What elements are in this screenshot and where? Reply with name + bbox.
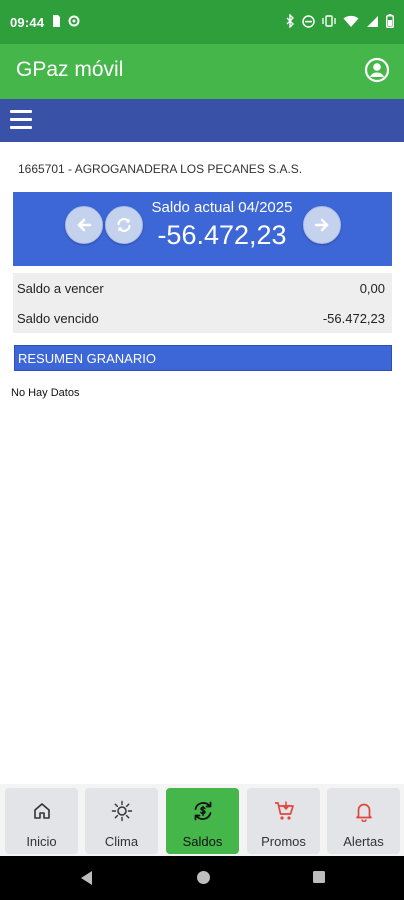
balance-label: Saldo actual 04/2025 [151,199,293,216]
company-name: 1665701 - AGROGANADERA LOS PECANES S.A.S… [18,162,303,176]
empty-state-text: No Hay Datos [11,387,80,399]
home-circle-icon[interactable] [196,870,211,885]
bell-icon [356,803,372,822]
tab-promos[interactable]: Promos [247,788,320,854]
wifi-icon [343,15,359,27]
recent-apps-icon[interactable] [312,870,326,884]
do-not-disturb-icon [302,14,315,28]
tab-inicio[interactable]: Inicio [5,788,78,854]
sim-card-icon [53,15,60,27]
account-circle-icon[interactable] [364,57,390,83]
balance-card: Saldo actual 04/2025 -56.472,23 [13,192,392,266]
summary-value: -56.472,23 [322,311,385,326]
summary-row: Saldo vencido -56.472,23 [13,303,392,333]
vibrate-icon [322,15,336,27]
status-right-icons [286,14,394,28]
section-header: RESUMEN GRANARIO [14,345,392,371]
nav-bar [0,99,404,142]
status-bar: 09:44 [0,0,404,44]
refresh-icon [117,218,131,232]
home-icon [34,803,50,819]
hamburger-menu-icon[interactable] [10,110,32,132]
tab-alertas[interactable]: Alertas [327,788,400,854]
tab-label: Inicio [26,834,57,849]
arrow-right-icon [314,218,329,232]
bluetooth-icon [286,14,294,28]
summary-label: Saldo vencido [17,311,99,326]
cart-icon [275,801,294,820]
summary-label: Saldo a vencer [17,281,104,296]
sync-dollar-icon [194,801,212,821]
app-title: GPaz móvil [16,58,124,81]
arrow-left-icon [77,218,92,232]
tab-label: Saldos [182,834,223,849]
next-period-button[interactable] [303,206,341,244]
tab-label: Promos [261,834,306,849]
previous-period-button[interactable] [65,206,103,244]
settings-icon [68,15,80,27]
status-left-icons [52,14,81,28]
battery-icon [386,14,394,28]
tab-label: Clima [104,834,139,849]
bottom-tab-bar: Inicio Clima Saldos Promos Alertas [0,784,404,856]
summary-row: Saldo a vencer 0,00 [13,273,392,303]
system-navigation-bar [0,856,404,900]
signal-icon [367,15,378,27]
status-time: 09:44 [10,15,45,30]
sun-icon [111,800,133,822]
tab-clima[interactable]: Clima [85,788,158,854]
tab-label: Alertas [343,834,384,849]
tab-saldos[interactable]: Saldos [166,788,239,854]
summary-value: 0,00 [359,281,385,296]
back-icon[interactable] [79,870,94,886]
balance-amount: -56.472,23 [157,220,287,250]
app-bar: GPaz móvil [0,44,404,99]
refresh-button[interactable] [105,206,143,244]
balance-summary: Saldo a vencer 0,00 Saldo vencido -56.47… [13,273,392,333]
